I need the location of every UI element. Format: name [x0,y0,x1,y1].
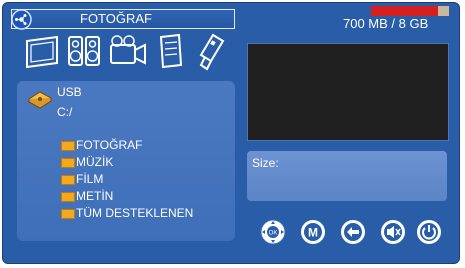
photo-icon[interactable] [23,29,61,73]
device-name[interactable]: USB [57,85,82,99]
folder-item-music[interactable]: MÜZİK [61,154,193,171]
folder-label: FOTOĞRAF [76,138,143,152]
current-path: C:/ [57,105,73,119]
folder-label: FİLM [76,172,104,186]
folder-label: MÜZİK [76,155,114,169]
control-buttons: OK M [260,219,442,247]
folder-item-text[interactable]: METİN [61,188,193,205]
ok-label: OK [269,231,278,237]
storage-usage-fill [371,6,439,16]
size-label: Size: [252,156,279,170]
home-icon[interactable] [11,9,32,30]
power-icon[interactable] [416,219,442,245]
back-icon[interactable] [340,219,366,245]
music-icon[interactable] [65,29,103,73]
folder-icon [61,140,75,151]
usb-drive-icon [28,91,52,109]
folder-list: FOTOĞRAF MÜZİK FİLM METİN TÜM DESTEKLENE… [61,137,193,222]
folder-item-all-supported[interactable]: TÜM DESTEKLENEN [61,205,193,222]
title-bar: FOTOĞRAF [11,9,235,29]
media-type-tabs [17,29,235,73]
folder-icon [61,174,75,185]
folder-item-film[interactable]: FİLM [61,171,193,188]
storage-text: 700 MB / 8 GB [343,16,429,31]
document-icon[interactable] [153,29,189,73]
media-player-screen: FOTOĞRAF 700 MB / 8 GB USB C:/ FOTOĞRAF … [2,2,460,264]
menu-label: M [308,226,318,240]
mute-icon[interactable] [380,219,406,245]
menu-icon[interactable]: M [300,219,326,245]
page-title: FOTOĞRAF [80,11,152,26]
folder-icon [61,157,75,168]
file-info-panel: Size: [247,151,447,201]
ok-dpad-icon[interactable]: OK [260,219,286,245]
storage-usage-bar [371,6,449,16]
folder-icon [61,208,75,219]
usb-icon[interactable] [193,29,229,73]
folder-label: METİN [76,189,114,203]
folder-icon [61,191,75,202]
file-browser-panel: USB C:/ FOTOĞRAF MÜZİK FİLM METİN TÜM DE… [17,81,235,241]
video-icon[interactable] [107,29,149,73]
preview-area [247,43,449,141]
folder-item-photo[interactable]: FOTOĞRAF [61,137,193,154]
folder-label: TÜM DESTEKLENEN [76,206,194,220]
